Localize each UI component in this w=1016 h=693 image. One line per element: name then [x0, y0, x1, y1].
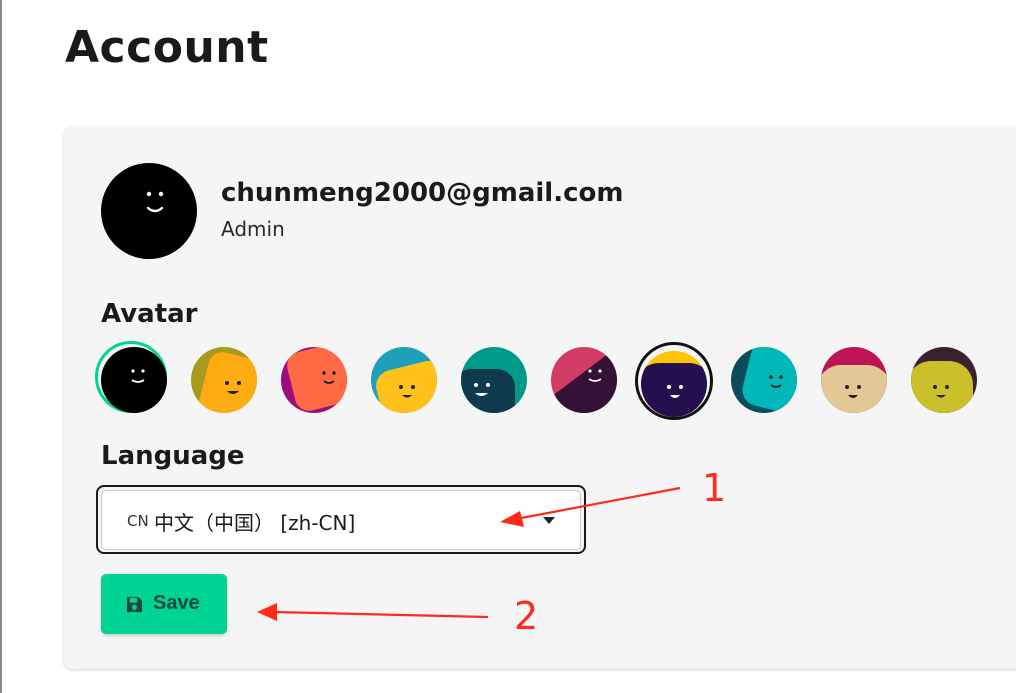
page-title: Account	[65, 22, 269, 73]
avatar-option-6[interactable]	[551, 347, 617, 413]
annotation-marker-2: 2	[514, 594, 539, 638]
avatar-option-8[interactable]	[731, 347, 797, 413]
avatar-option-10[interactable]	[911, 347, 977, 413]
user-role: Admin	[221, 217, 285, 241]
avatar-option-5[interactable]	[461, 347, 527, 413]
avatar-label: Avatar	[101, 299, 198, 329]
save-button-label: Save	[153, 592, 200, 614]
cn-flag-icon: CN	[127, 512, 149, 530]
avatar-option-3[interactable]	[281, 347, 347, 413]
annotation-marker-1: 1	[702, 466, 727, 510]
save-button[interactable]: Save	[101, 574, 227, 634]
language-select-value: 中文（中国） [zh-CN]	[154, 511, 356, 535]
floppy-disk-icon	[126, 596, 143, 613]
avatar-option-2[interactable]	[191, 347, 257, 413]
chevron-down-icon	[543, 517, 555, 524]
language-label: Language	[101, 441, 245, 471]
left-border	[0, 0, 2, 693]
profile-avatar	[101, 163, 197, 259]
language-select[interactable]: CN 中文（中国） [zh-CN]	[101, 490, 581, 550]
avatar-option-1[interactable]	[101, 347, 167, 413]
avatar-option-9[interactable]	[821, 347, 887, 413]
avatar-option-7[interactable]	[641, 351, 707, 417]
avatar-option-4[interactable]	[371, 347, 437, 413]
user-email: chunmeng2000@gmail.com	[221, 178, 624, 208]
